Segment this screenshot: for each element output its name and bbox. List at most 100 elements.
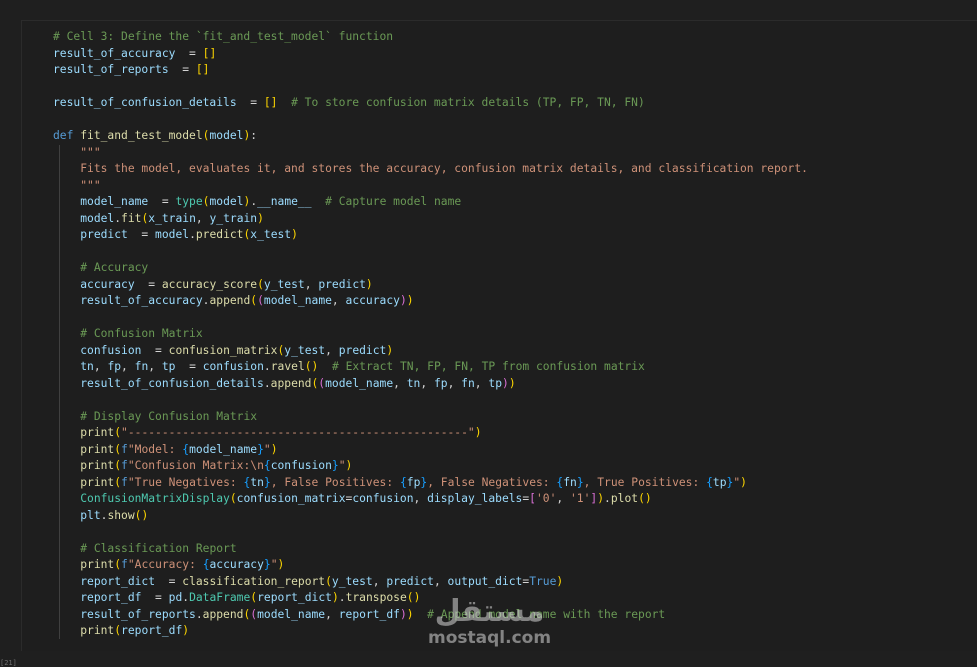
code-token: .	[263, 376, 271, 390]
code-line[interactable]	[53, 392, 808, 409]
code-token: }	[576, 475, 584, 489]
code-token: print	[80, 624, 115, 637]
code-line[interactable]: # Cell 3: Define the `fit_and_test_model…	[53, 29, 808, 46]
code-token: report_df	[80, 591, 142, 604]
code-line[interactable]	[53, 524, 808, 541]
code-line[interactable]: result_of_confusion_details = [] # To st…	[53, 95, 808, 112]
code-token: model_name	[325, 376, 394, 390]
code-line[interactable]: result_of_confusion_details.append((mode…	[53, 376, 808, 393]
code-line[interactable]: result_of_accuracy.append((model_name, a…	[53, 293, 808, 310]
code-line[interactable]: report_dict = classification_report(y_te…	[53, 574, 808, 591]
code-token: =	[141, 591, 169, 604]
code-line[interactable]: ConfusionMatrixDisplay(confusion_matrix=…	[53, 491, 808, 508]
code-token: ()	[406, 591, 421, 604]
code-line[interactable]: print(f"Model: {model_name}")	[53, 442, 808, 459]
code-token: predict	[80, 228, 128, 241]
code-token: classification_report	[182, 574, 326, 588]
code-token: # Capture model name	[325, 195, 462, 208]
code-token: )	[474, 426, 482, 439]
code-token: )	[556, 574, 564, 588]
code-token: ,	[325, 607, 339, 621]
code-token: )	[386, 343, 394, 357]
code-token: confusion	[270, 459, 332, 472]
code-token: .	[604, 492, 611, 505]
code-line[interactable]: # Display Confusion Matrix	[53, 409, 808, 426]
code-token: pd	[168, 591, 183, 604]
code-token: ()	[304, 360, 319, 373]
code-line[interactable]: confusion = confusion_matrix(y_test, pre…	[53, 343, 808, 360]
code-token: '0'	[535, 492, 557, 505]
code-line[interactable]: """	[53, 178, 808, 195]
code-line[interactable]	[53, 112, 808, 129]
code-token: )	[182, 624, 190, 637]
code-token: """	[80, 145, 101, 159]
code-line[interactable]: plt.show()	[53, 508, 808, 525]
code-token: "	[338, 459, 346, 472]
code-line[interactable]: result_of_reports = []	[53, 62, 808, 79]
code-token: )	[270, 442, 278, 456]
code-token: =	[155, 574, 183, 588]
code-line[interactable]: print(f"True Negatives: {tn}, False Posi…	[53, 475, 808, 492]
code-line[interactable]	[53, 244, 808, 261]
code-token: show	[107, 508, 135, 522]
code-token: .	[195, 607, 203, 621]
code-token: result_of_confusion_details	[80, 376, 264, 390]
code-line[interactable]	[53, 79, 808, 96]
code-token: "Confusion Matrix:\n	[127, 459, 264, 472]
code-line[interactable]: print(f"Accuracy: {accuracy}")	[53, 557, 808, 574]
code-line[interactable]: tn, fp, fn, tp = confusion.ravel() # Ext…	[53, 359, 808, 376]
code-token: print	[80, 459, 115, 472]
code-line[interactable]: model.fit(x_train, y_train)	[53, 211, 808, 228]
code-line[interactable]: accuracy = accuracy_score(y_test, predic…	[53, 277, 808, 294]
code-line[interactable]: model_name = type(model).__name__ # Capt…	[53, 194, 808, 211]
code-token: plot	[610, 492, 639, 505]
code-line[interactable]: """	[53, 145, 808, 162]
code-token: ravel	[270, 360, 305, 373]
code-token: =	[175, 46, 203, 60]
code-token: []	[202, 46, 217, 60]
code-line[interactable]	[53, 310, 808, 327]
code-token: {	[263, 459, 271, 472]
code-token: result_of_accuracy	[80, 294, 203, 307]
code-token: =	[175, 360, 203, 373]
code-line[interactable]: predict = model.predict(x_test)	[53, 227, 808, 244]
code-line[interactable]: Fits the model, evaluates it, and stores…	[53, 161, 808, 178]
code-token: fn	[563, 475, 577, 489]
code-line[interactable]: print("---------------------------------…	[53, 425, 808, 442]
code-token: predict	[338, 343, 387, 357]
code-token: .	[338, 591, 346, 604]
code-token: tn	[80, 360, 94, 373]
code-line[interactable]: # Confusion Matrix	[53, 326, 808, 343]
code-token: model_name	[189, 442, 258, 456]
code-token: "True Negatives:	[127, 475, 244, 489]
code-line[interactable]: # Accuracy	[53, 260, 808, 277]
code-token: fp	[107, 360, 122, 373]
code-token: )	[406, 294, 414, 307]
code-token: "Accuracy:	[127, 558, 203, 571]
code-token: x_train	[148, 211, 196, 225]
watermark-text: mostaql.com	[428, 628, 552, 648]
code-line[interactable]: result_of_accuracy = []	[53, 46, 808, 63]
code-token: # Extract TN, FP, FN, TP from confusion …	[331, 360, 645, 373]
code-line[interactable]: def fit_and_test_model(model):	[53, 128, 808, 145]
code-token: output_dict	[447, 574, 523, 588]
code-token: x_test	[250, 228, 292, 241]
code-token: ()	[638, 492, 652, 505]
code-token: []	[263, 96, 278, 109]
code-token: accuracy	[80, 277, 135, 291]
code-token: print	[80, 558, 115, 571]
code-token: f	[121, 442, 128, 456]
code-editor[interactable]: # Cell 3: Define the `fit_and_test_model…	[53, 29, 808, 640]
code-token: confusion_matrix	[236, 492, 346, 505]
code-line[interactable]: # Classification Report	[53, 541, 808, 558]
code-token: =	[168, 63, 196, 76]
code-line[interactable]: print(f"Confusion Matrix:\n{confusion}")	[53, 458, 808, 475]
